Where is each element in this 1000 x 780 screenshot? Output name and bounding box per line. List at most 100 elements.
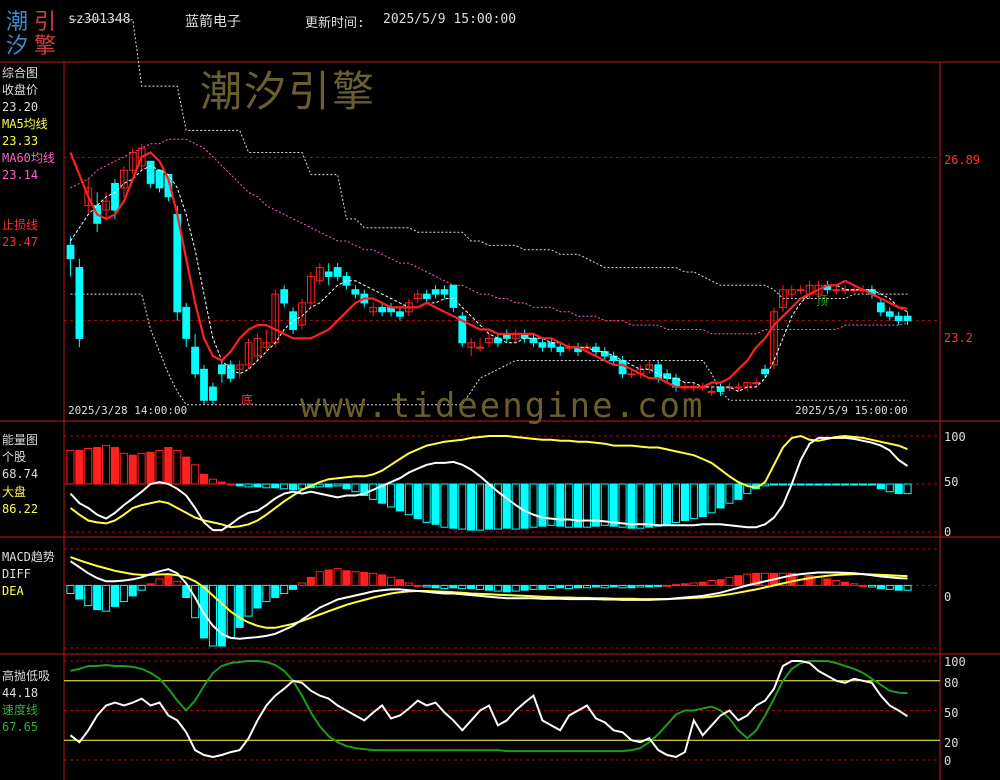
close-label: 收盘价: [2, 83, 39, 97]
panel3-title: MACD趋势: [2, 550, 55, 564]
energy-bar: [217, 481, 226, 485]
macd-bar: [743, 573, 752, 586]
candle-body: [351, 289, 360, 295]
macd-bar: [360, 572, 369, 586]
p4-tick-50: 50: [944, 706, 959, 720]
brand-watermark: 潮汐引擎: [200, 67, 377, 116]
macd-bar: [600, 584, 609, 589]
energy-bar: [253, 483, 262, 488]
energy-bar: [324, 483, 333, 488]
macd-bar: [467, 584, 476, 590]
energy-bar: [458, 483, 467, 530]
candle-body: [547, 342, 556, 348]
macd-bar: [84, 584, 93, 607]
candle-body: [182, 306, 191, 339]
energy-bar: [636, 483, 645, 529]
macd-bar: [146, 583, 155, 586]
candle-body: [734, 386, 743, 389]
candle-body: [627, 373, 636, 376]
macd-bar: [484, 584, 493, 591]
speed-value: 67.65: [2, 720, 39, 734]
energy-bar: [404, 483, 413, 516]
macd-bar: [342, 570, 351, 586]
macd-bar: [591, 584, 600, 588]
energy-bar: [431, 483, 440, 525]
macd-bar: [422, 584, 431, 588]
energy-bar: [823, 483, 832, 486]
p4-tick-0: 0: [944, 754, 952, 768]
macd-bar: [556, 584, 565, 589]
macd-bar: [200, 584, 209, 639]
date-start-label: 2025/3/28 14:00:00: [68, 404, 188, 417]
ma5-label: MA5均线: [2, 117, 48, 131]
energy-bar: [128, 454, 137, 485]
energy-bar: [734, 483, 743, 500]
candle-body: [654, 364, 663, 379]
energy-bar: [119, 452, 128, 485]
p2-tick-0: 0: [944, 525, 952, 539]
macd-bar: [645, 584, 654, 588]
energy-bar: [66, 449, 75, 485]
close-value: 23.20: [2, 100, 39, 114]
macd-bar: [538, 584, 547, 590]
macd-bar: [458, 584, 467, 590]
energy-bar: [671, 483, 681, 523]
p4-tick-20: 20: [944, 736, 959, 750]
stop-label: 止损线: [2, 218, 39, 232]
energy-bar: [271, 483, 280, 489]
energy-bar: [164, 447, 173, 485]
macd-bar: [867, 584, 877, 588]
macd-bar: [636, 584, 645, 588]
macd-bar: [102, 584, 111, 612]
macd-bar: [244, 584, 253, 617]
update-label: 更新时间:: [305, 16, 365, 31]
macd-bar: [75, 584, 84, 600]
candle-body: [146, 160, 155, 184]
energy-bar: [859, 483, 868, 486]
axis-low-label: 23.2: [944, 331, 973, 345]
macd-bar: [413, 584, 422, 587]
date-end-label: 2025/5/9 15:00:00: [795, 404, 908, 417]
macd-bar: [671, 584, 681, 587]
macd-bar: [476, 584, 485, 590]
energy-bar: [413, 483, 422, 520]
energy-bar: [903, 483, 912, 495]
energy-bar: [538, 483, 547, 527]
energy-bar: [832, 483, 841, 486]
energy-bar: [395, 483, 404, 512]
high-low-line: [69, 660, 909, 759]
energy-bar: [235, 483, 244, 487]
energy-bar: [262, 483, 271, 489]
energy-bar: [289, 483, 298, 491]
energy-bar: [805, 483, 814, 486]
macd-bar: [262, 584, 271, 603]
macd-bar: [689, 582, 698, 586]
macd-bar: [280, 584, 289, 595]
macd-bar: [725, 576, 734, 586]
candle-body: [200, 368, 208, 401]
energy-bar: [663, 483, 672, 526]
ma5-value: 23.33: [2, 134, 39, 148]
macd-bar: [324, 569, 333, 586]
candle-body: [876, 302, 885, 313]
update-time: 2025/5/9 15:00:00: [383, 12, 517, 27]
energy-bar: [618, 483, 627, 528]
energy-bar: [867, 483, 877, 486]
energy-bar: [351, 483, 360, 493]
url-watermark: www.tideengine.com: [300, 386, 705, 426]
candle-body: [592, 346, 600, 353]
dea-label: DEA: [2, 584, 24, 598]
stock-code: sz301348: [68, 12, 131, 27]
dea-line: [70, 556, 908, 629]
stock-name: 蓝箭电子: [185, 14, 241, 30]
candle-body: [280, 289, 289, 304]
p2-tick-50: 50: [944, 475, 959, 489]
candle-body: [538, 342, 547, 348]
macd-bar: [894, 584, 903, 591]
candle-body: [903, 315, 912, 322]
candle-body: [449, 284, 458, 308]
macd-bar: [235, 584, 244, 628]
energy-bar: [627, 483, 636, 529]
energy-bar: [315, 483, 324, 488]
candle-body: [885, 311, 894, 317]
